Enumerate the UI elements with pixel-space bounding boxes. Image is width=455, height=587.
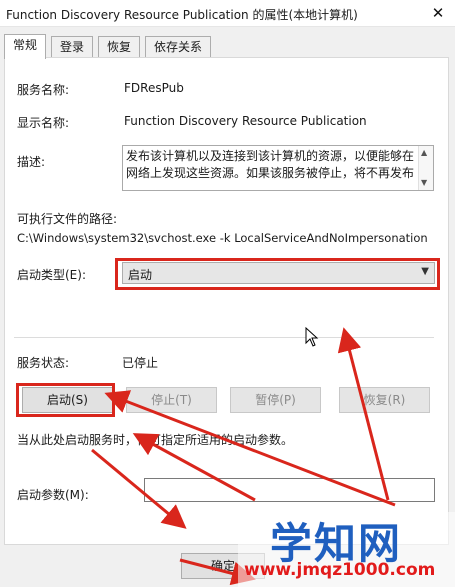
description-scrollbar[interactable]: ▲ ▼ — [418, 146, 433, 190]
status-label: 服务状态: — [17, 356, 70, 370]
service-name-value: FDResPub — [124, 81, 184, 95]
general-panel — [4, 57, 449, 545]
tab-general[interactable]: 常规 — [4, 34, 47, 59]
watermark-url: www.jmqz1000.com — [244, 560, 436, 580]
tab-logon[interactable]: 登录 — [51, 36, 94, 58]
start-params-label: 启动参数(M): — [17, 488, 89, 502]
window-title: Function Discovery Resource Publication … — [6, 8, 358, 22]
mouse-cursor-icon — [305, 327, 319, 347]
display-name-label: 显示名称: — [17, 116, 70, 130]
display-name-value: Function Discovery Resource Publication — [124, 114, 367, 128]
highlight-startup-type — [115, 258, 440, 290]
tab-recovery[interactable]: 恢复 — [98, 36, 141, 58]
description-label: 描述: — [17, 155, 46, 169]
hint-text: 当从此处启动服务时，你可指定所适用的启动参数。 — [17, 433, 294, 447]
close-icon[interactable]: ✕ — [421, 0, 455, 26]
title-bar: Function Discovery Resource Publication … — [0, 0, 455, 27]
exe-path-value: C:\Windows\system32\svchost.exe -k Local… — [17, 231, 428, 245]
exe-path-label: 可执行文件的路径: — [17, 212, 118, 226]
tab-dependencies[interactable]: 依存关系 — [145, 36, 212, 58]
service-name-label: 服务名称: — [17, 83, 70, 97]
startup-type-label: 启动类型(E): — [17, 268, 86, 282]
scroll-down-icon[interactable]: ▼ — [421, 178, 427, 187]
resume-button[interactable]: 恢复(R) — [339, 387, 430, 413]
description-text: 发布该计算机以及连接到该计算机的资源，以便能够在网络上发现这些资源。如果该服务被… — [126, 149, 415, 180]
description-textbox[interactable]: 发布该计算机以及连接到该计算机的资源，以便能够在网络上发现这些资源。如果该服务被… — [122, 145, 434, 191]
scroll-up-icon[interactable]: ▲ — [421, 148, 427, 157]
divider — [14, 337, 434, 338]
start-params-input[interactable] — [144, 478, 435, 502]
highlight-start-button — [16, 383, 115, 417]
stop-button[interactable]: 停止(T) — [126, 387, 217, 413]
status-value: 已停止 — [122, 356, 159, 370]
pause-button[interactable]: 暂停(P) — [230, 387, 321, 413]
